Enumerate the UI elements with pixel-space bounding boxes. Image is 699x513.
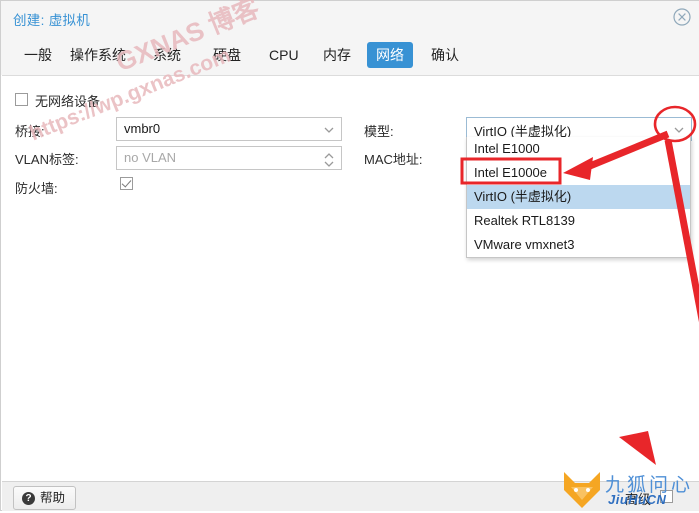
no-network-device-label: 无网络设备 — [35, 94, 101, 109]
fox-head-icon — [564, 472, 600, 508]
vlan-tag-label: VLAN标签: — [15, 152, 79, 167]
dropdown-option-realtek-rtl8139[interactable]: Realtek RTL8139 — [467, 209, 690, 233]
create-vm-dialog: 创建: 虚拟机 一般 操作系统 系统 硬盘 CPU 内存 网络 确认 无网络设备… — [0, 0, 699, 511]
firewall-checkbox[interactable] — [120, 177, 133, 190]
dialog-titlebar: 创建: 虚拟机 — [1, 1, 699, 35]
model-dropdown-list: Intel E1000 Intel E1000e VirtIO (半虚拟化) R… — [466, 137, 691, 258]
dropdown-option-virtio[interactable]: VirtIO (半虚拟化) — [467, 185, 690, 209]
firewall-label: 防火墙: — [15, 181, 58, 196]
tab-os[interactable]: 操作系统 — [61, 42, 135, 68]
vlan-tag-input[interactable]: no VLAN — [116, 146, 342, 170]
tab-system[interactable]: 系统 — [144, 42, 190, 68]
tab-confirm[interactable]: 确认 — [422, 42, 468, 68]
network-form-panel: 无网络设备 桥接: VLAN标签: 防火墙: vmbr0 no VLAN 模型:… — [2, 75, 699, 481]
spinner-updown-icon[interactable] — [323, 152, 335, 167]
close-icon[interactable] — [672, 7, 692, 27]
mac-address-label: MAC地址: — [364, 152, 423, 167]
tab-network[interactable]: 网络 — [367, 42, 413, 68]
tab-general[interactable]: 一般 — [15, 42, 61, 68]
tab-disk[interactable]: 硬盘 — [204, 42, 250, 68]
logo-en-text: JiuHuCN — [608, 492, 667, 507]
chevron-down-icon[interactable] — [323, 123, 335, 137]
model-label: 模型: — [364, 124, 394, 139]
bridge-select[interactable]: vmbr0 — [116, 117, 342, 141]
dropdown-option-intel-e1000[interactable]: Intel E1000 — [467, 137, 690, 161]
help-button-label: 帮助 — [40, 491, 66, 505]
tab-memory[interactable]: 内存 — [314, 42, 360, 68]
dropdown-option-intel-e1000e[interactable]: Intel E1000e — [467, 161, 690, 185]
site-logo: 九狐问心 JiuHuCN — [560, 470, 695, 510]
tab-cpu[interactable]: CPU — [260, 42, 308, 68]
vlan-tag-placeholder: no VLAN — [124, 150, 177, 165]
bridge-value: vmbr0 — [124, 121, 161, 136]
chevron-down-icon[interactable] — [673, 123, 685, 137]
dropdown-option-vmware-vmxnet3[interactable]: VMware vmxnet3 — [467, 233, 690, 257]
tab-bar: 一般 操作系统 系统 硬盘 CPU 内存 网络 确认 — [1, 35, 699, 75]
question-mark-icon: ? — [22, 491, 35, 505]
help-button[interactable]: ? 帮助 — [13, 486, 77, 510]
dialog-title: 创建: 虚拟机 — [13, 13, 91, 28]
bridge-label: 桥接: — [15, 124, 45, 139]
no-network-device-checkbox[interactable] — [15, 93, 28, 106]
